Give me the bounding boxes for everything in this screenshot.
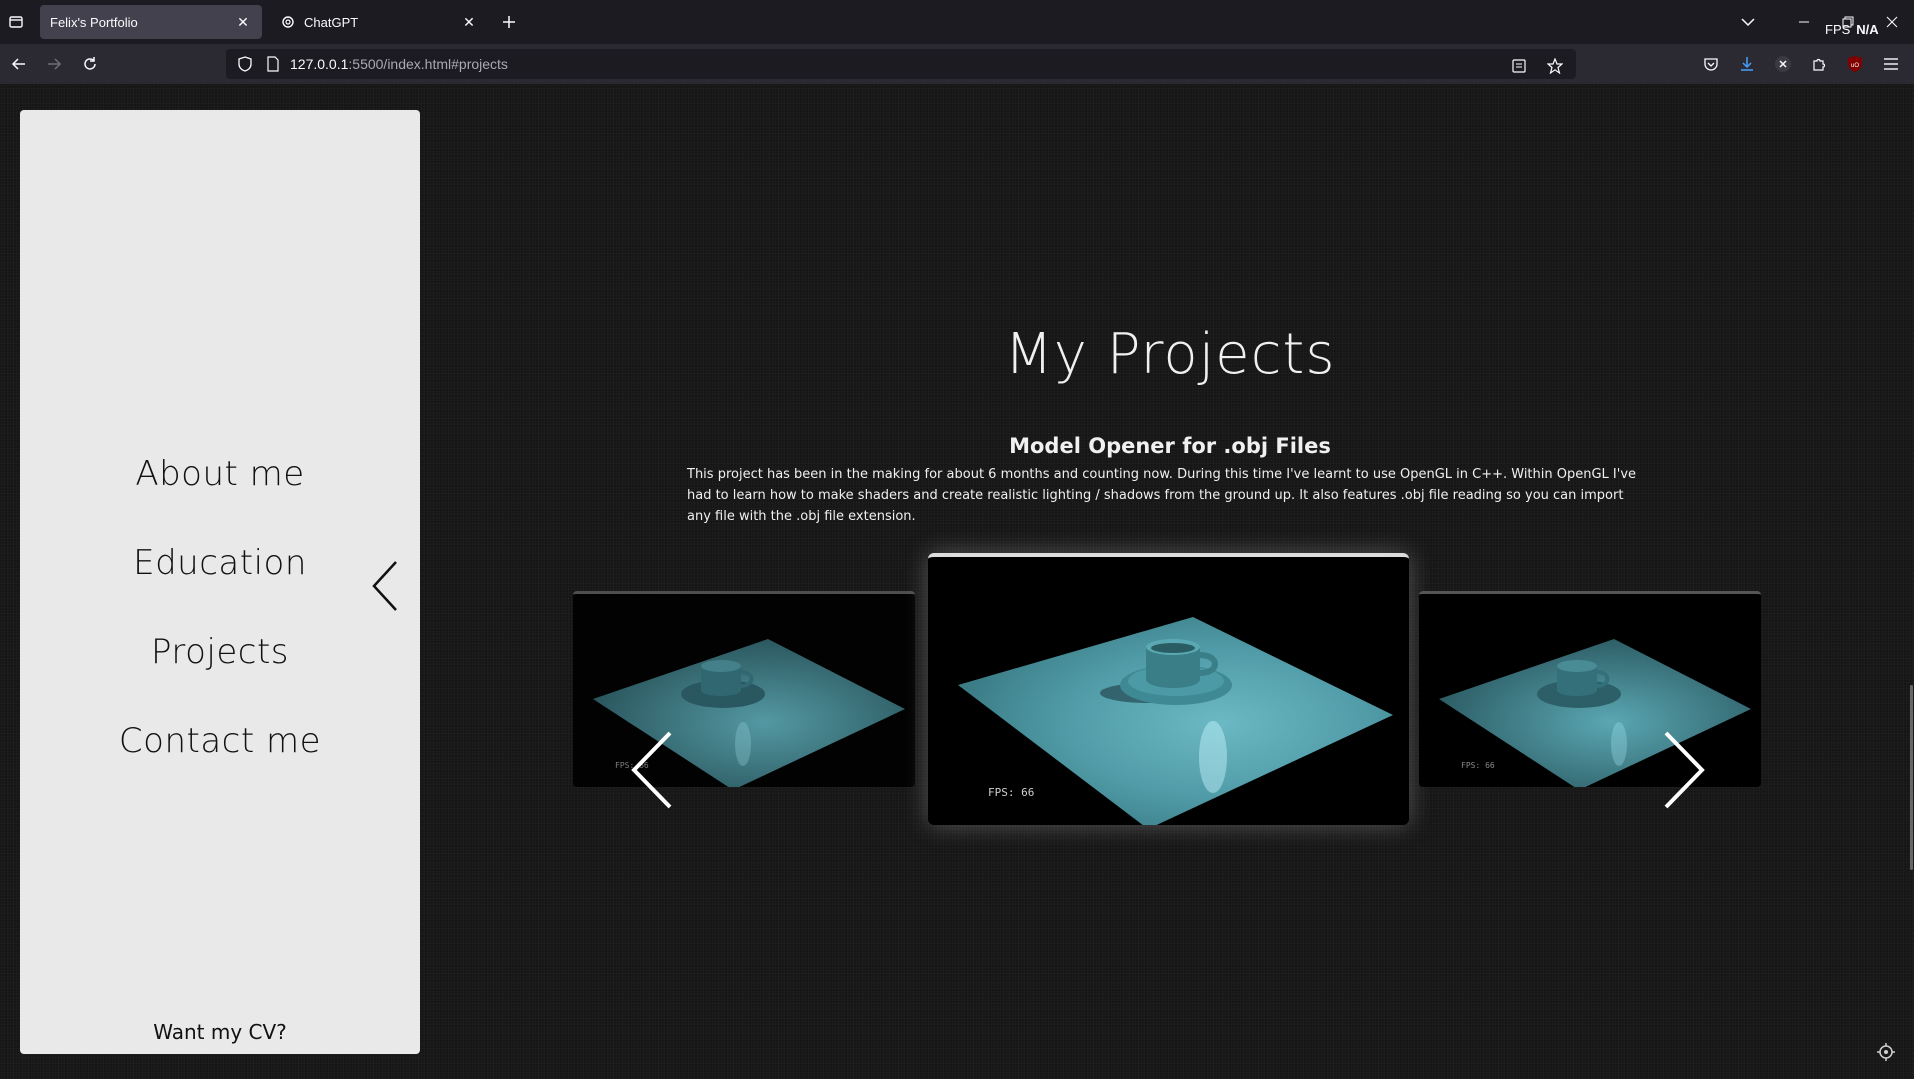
project-title: Model Opener for .obj Files: [1009, 434, 1331, 458]
address-bar[interactable]: 127.0.0.1:5500/index.html#projects: [226, 49, 1576, 79]
pocket-icon[interactable]: [1698, 51, 1724, 77]
tab-chatgpt[interactable]: ChatGPT ✕: [270, 5, 488, 39]
carousel-next-chevron-right-icon[interactable]: [1662, 730, 1706, 810]
list-all-tabs-chevron-down-icon[interactable]: [1726, 0, 1770, 44]
page-title: My Projects: [1004, 322, 1336, 387]
sidebar-item-education[interactable]: Education: [20, 519, 420, 608]
fps-overlay-value: N/A: [1856, 22, 1879, 37]
chatgpt-favicon-icon: [280, 14, 296, 30]
carousel-slide-current[interactable]: FPS: 66: [928, 553, 1409, 825]
slide-fps-text: FPS: 66: [1461, 761, 1495, 770]
sidebar-nav: About me Education Projects Contact me: [20, 430, 420, 786]
sidebar-item-contact-me[interactable]: Contact me: [20, 697, 420, 786]
page-info-icon[interactable]: [262, 53, 284, 75]
bookmark-star-icon[interactable]: [1542, 53, 1568, 79]
tab-felix-portfolio[interactable]: Felix's Portfolio ✕: [40, 5, 262, 39]
new-tab-icon[interactable]: [498, 11, 520, 33]
page-viewport: About me Education Projects Contact me W…: [0, 84, 1914, 1079]
sidebar-collapse-chevron-left-icon[interactable]: [370, 559, 400, 613]
ublock-origin-icon[interactable]: uO: [1842, 51, 1868, 77]
menu-hamburger-icon[interactable]: [1878, 51, 1904, 77]
browser-nav-bar: 127.0.0.1:5500/index.html#projects uO: [0, 44, 1914, 84]
reader-view-icon[interactable]: [1506, 53, 1532, 79]
reload-icon[interactable]: [77, 51, 103, 77]
extensions-puzzle-icon[interactable]: [1806, 51, 1832, 77]
minimize-icon[interactable]: [1782, 0, 1826, 44]
sidebar-item-projects[interactable]: Projects: [20, 608, 420, 697]
fps-overlay-label: FPS: [1825, 22, 1851, 37]
page-scrollbar-thumb[interactable]: [1910, 685, 1913, 870]
fps-overlay: FPS N/A: [1825, 22, 1879, 37]
tab-list-icon[interactable]: [4, 10, 28, 34]
render-scene-image: [958, 617, 1393, 825]
shield-icon[interactable]: [234, 53, 256, 75]
carousel-prev-chevron-left-icon[interactable]: [630, 730, 674, 810]
browser-tab-bar: Felix's Portfolio ✕ ChatGPT ✕ FPS N/A: [0, 0, 1914, 44]
close-tab-icon[interactable]: ✕: [234, 13, 252, 31]
extension-x-icon[interactable]: [1770, 51, 1796, 77]
render-scene-image: [593, 639, 905, 787]
slide-fps-text: FPS: 66: [988, 786, 1035, 799]
tab-label: Felix's Portfolio: [50, 14, 138, 30]
url-host: 127.0.0.1: [290, 56, 349, 72]
cv-link[interactable]: Want my CV?: [20, 1020, 420, 1044]
url-path: :5500/index.html#projects: [348, 56, 508, 72]
downloads-icon[interactable]: [1734, 51, 1760, 77]
carousel-slide-previous[interactable]: FPS: 66: [573, 591, 915, 787]
close-tab-icon[interactable]: ✕: [460, 13, 478, 31]
carousel-slide-next[interactable]: FPS: 66: [1419, 591, 1761, 787]
sidebar-item-about-me[interactable]: About me: [20, 430, 420, 519]
project-description: This project has been in the making for …: [687, 467, 1637, 524]
back-arrow-icon[interactable]: [6, 51, 32, 77]
forward-arrow-icon[interactable]: [41, 51, 67, 77]
svg-text:uO: uO: [1851, 63, 1859, 69]
render-scene-image: [1439, 639, 1751, 787]
tab-label: ChatGPT: [304, 14, 359, 30]
sidebar: About me Education Projects Contact me W…: [20, 110, 420, 1054]
accessibility-target-icon[interactable]: [1876, 1042, 1896, 1062]
